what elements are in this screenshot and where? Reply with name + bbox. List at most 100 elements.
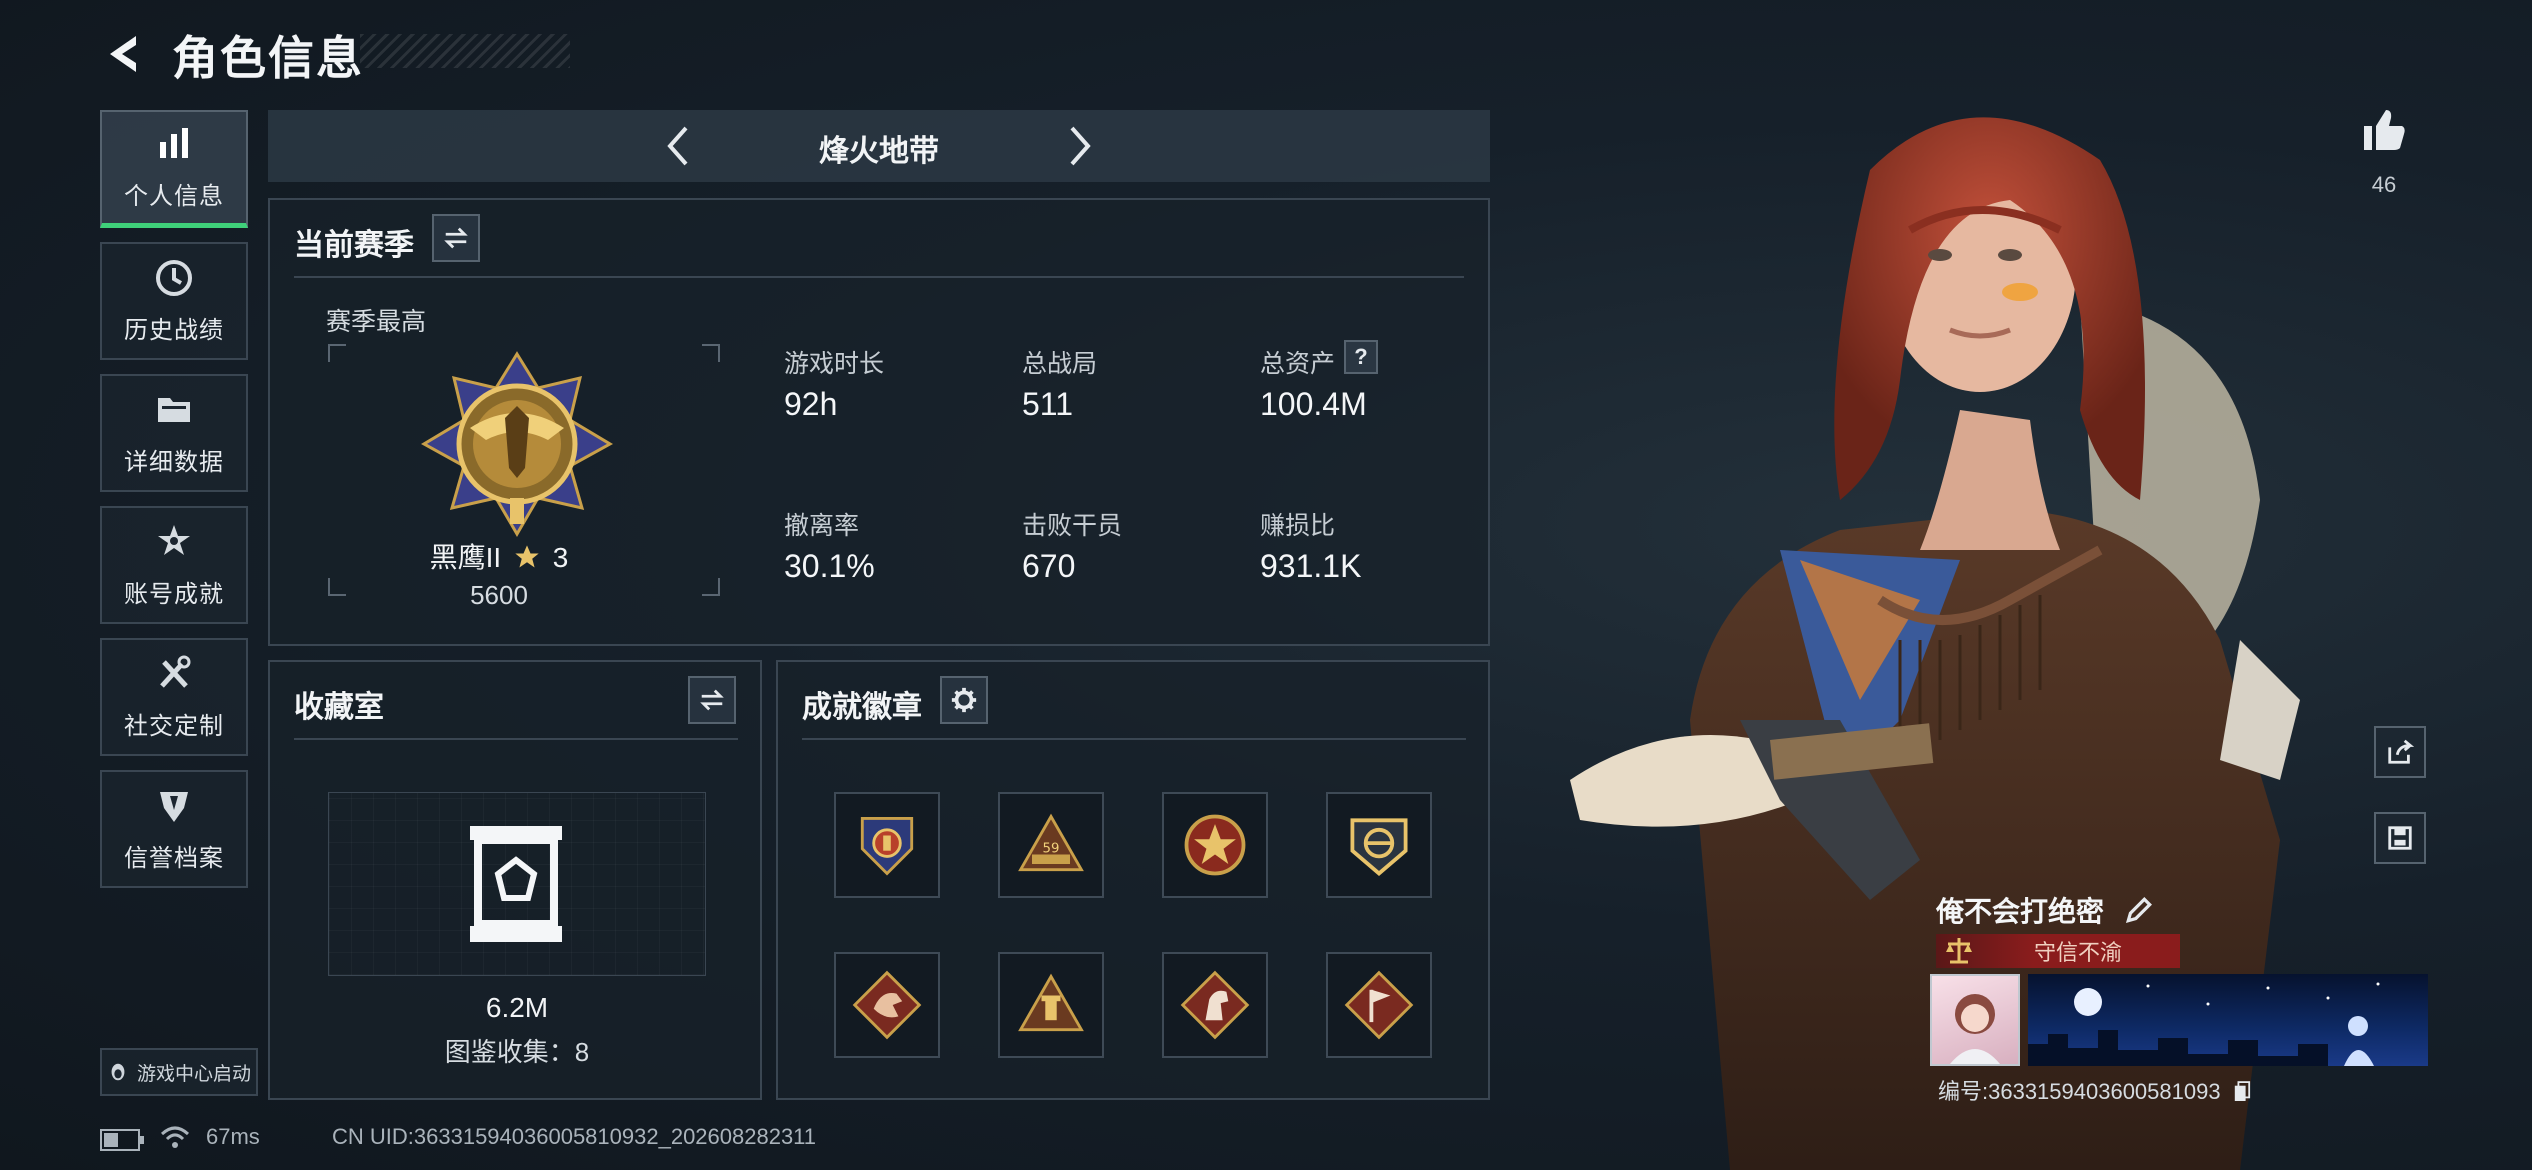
scales-icon <box>1946 938 1972 964</box>
profile-banner[interactable] <box>2028 974 2428 1066</box>
badge-flag-icon <box>1344 970 1414 1040</box>
achievements-title: 成就徽章 <box>802 691 922 724</box>
achievement-badge[interactable] <box>1162 952 1268 1058</box>
edit-icon[interactable] <box>2124 895 2154 925</box>
battery-icon <box>100 1129 144 1151</box>
avatar-icon <box>1950 994 2000 1064</box>
season-title: 当前赛季 <box>294 229 414 262</box>
season-panel: 当前赛季 赛季最高 黑鹰II 3 5600 游戏时长 92h 总战局 511 总… <box>268 198 1490 646</box>
sidebar-item-achievements[interactable]: 账号成就 <box>100 506 248 624</box>
achievements-settings-button[interactable] <box>940 676 988 724</box>
rank-points: 5600 <box>470 580 528 610</box>
chevron-left-icon <box>110 36 136 72</box>
player-id: 编号:3633159403600581093 <box>1938 1079 2221 1104</box>
season-best-label: 赛季最高 <box>326 308 427 336</box>
achievement-badge[interactable] <box>998 952 1104 1058</box>
sidebar-item-label: 信誉档案 <box>124 844 224 872</box>
collection-value: 6.2M <box>485 992 549 1023</box>
copy-icon[interactable] <box>2233 1081 2251 1103</box>
achievement-badge[interactable] <box>834 792 940 898</box>
stat-value-total-assets: 100.4M <box>1260 386 1367 422</box>
folder-icon <box>158 397 190 422</box>
sidebar-item-label: 社交定制 <box>124 712 224 740</box>
clock-icon <box>156 259 192 296</box>
game-center-launch-button[interactable]: 游戏中心启动 <box>100 1048 258 1096</box>
stat-label-extract-rate: 撤离率 <box>784 512 860 540</box>
badge-horse-icon <box>1180 970 1250 1040</box>
stat-label-profit-ratio: 赚损比 <box>1260 512 1336 540</box>
penguin-icon <box>111 1063 125 1081</box>
title-decoration <box>360 34 570 68</box>
swap-icon <box>700 689 724 711</box>
sidebar-item-detailed-data[interactable]: 详细数据 <box>100 374 248 492</box>
collection-title: 收藏室 <box>294 691 384 724</box>
achievement-badge[interactable] <box>1162 792 1268 898</box>
badge-dragon-icon <box>852 970 922 1040</box>
back-button[interactable] <box>100 30 148 78</box>
save-icon <box>2388 826 2412 850</box>
star-emblem-icon <box>158 524 190 555</box>
avatar[interactable] <box>1930 974 2020 1066</box>
like-count: 46 <box>2371 172 2397 197</box>
save-button[interactable] <box>2374 812 2426 864</box>
achievement-badge[interactable] <box>834 952 940 1058</box>
player-name: 俺不会打绝密 <box>1936 896 2105 927</box>
stat-value-playtime: 92h <box>784 386 838 422</box>
star-icon <box>515 545 539 568</box>
sidebar-item-social-custom[interactable]: 社交定制 <box>100 638 248 756</box>
badge-tower-icon <box>1018 973 1084 1032</box>
player-id-row: 编号:3633159403600581093 <box>1938 1074 2251 1106</box>
stat-value-kills: 670 <box>1022 548 1076 584</box>
stat-label-kills: 击败干员 <box>1022 512 1123 540</box>
bar-chart-icon <box>160 128 188 158</box>
collection-panel[interactable]: 收藏室 6.2M 图鉴收集：8 <box>268 660 762 1100</box>
thumbs-up-icon <box>2364 110 2405 150</box>
display-case-icon <box>470 826 562 942</box>
sidebar-item-label: 个人信息 <box>124 183 224 210</box>
title-badge: 守信不渝 <box>1936 934 2180 968</box>
gear-icon <box>951 687 977 713</box>
season-switch-button[interactable] <box>432 214 480 262</box>
swap-icon <box>444 227 468 249</box>
badge-winged-shield-icon <box>860 816 914 876</box>
share-icon <box>2388 739 2414 764</box>
catalog-count: 图鉴收集：8 <box>444 1037 590 1067</box>
rank-emblem-icon <box>420 351 614 537</box>
title-badge-label: 守信不渝 <box>2033 940 2122 965</box>
badge-crest-icon <box>1350 818 1408 877</box>
stat-value-total-matches: 511 <box>1022 386 1074 422</box>
achievement-badge[interactable] <box>1326 952 1432 1058</box>
mode-next-button[interactable] <box>1056 124 1100 168</box>
sidebar-item-personal-info[interactable]: 个人信息 <box>100 110 248 228</box>
help-icon[interactable]: ? <box>1344 340 1378 374</box>
achievement-badge[interactable]: 59 <box>998 792 1104 898</box>
rank-line: 黑鹰II 3 <box>374 536 624 576</box>
mode-selector: 烽火地带 <box>268 110 1490 182</box>
achievements-panel: 成就徽章 59 <box>776 660 1490 1100</box>
stat-label-total-matches: 总战局 <box>1022 350 1098 378</box>
chevron-right-icon <box>1070 126 1091 166</box>
collection-switch-button[interactable] <box>688 676 736 724</box>
player-name-row: 俺不会打绝密 <box>1936 890 2154 930</box>
badge-triangle-59-icon: 59 <box>1018 813 1084 872</box>
share-button[interactable] <box>2374 726 2426 778</box>
sidebar-item-label: 详细数据 <box>124 448 224 476</box>
wifi-icon <box>160 1126 190 1148</box>
shield-emblem-icon <box>160 791 188 822</box>
rank-name: 黑鹰II <box>429 542 502 573</box>
ping-value: 67ms <box>206 1124 260 1149</box>
night-sky-image <box>2028 982 2380 1066</box>
sidebar-item-history[interactable]: 历史战绩 <box>100 242 248 360</box>
like-button[interactable] <box>2358 104 2410 161</box>
sidebar-item-credit-file[interactable]: 信誉档案 <box>100 770 248 888</box>
badge-star-medal-icon <box>1184 814 1246 876</box>
sidebar-item-label: 账号成就 <box>124 580 224 608</box>
uid-text: CN UID:3633159403600581093​2_20260828231… <box>332 1124 817 1149</box>
achievement-badge[interactable] <box>1326 792 1432 898</box>
rank-stars: 3 <box>552 542 569 573</box>
page-title: 角色信息 <box>172 32 364 84</box>
stat-label-total-assets: 总资产 <box>1260 350 1336 378</box>
svg-text:59: 59 <box>1043 842 1060 857</box>
mode-name: 烽火地带 <box>819 135 939 168</box>
tools-icon <box>160 655 191 688</box>
